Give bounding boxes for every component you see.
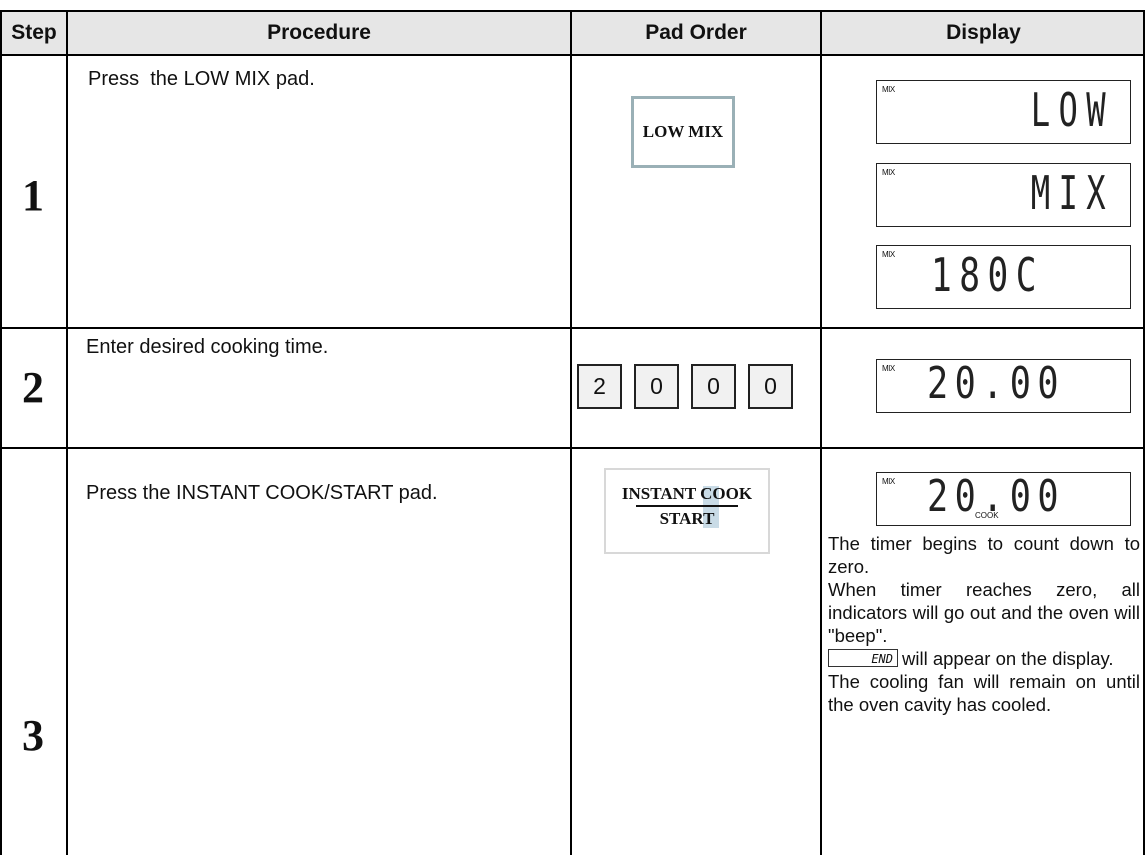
header-pad-order: Pad Order [572,12,820,54]
display-mix: MIX MIX [876,163,1131,227]
header-procedure: Procedure [68,12,570,54]
header-display: Display [822,12,1145,54]
note-zero: When timer reaches zero, all indicators … [828,579,1140,646]
end-display-icon: END [828,649,898,667]
key-2: 2 [577,364,622,409]
key-0: 0 [748,364,793,409]
step-number-1: 1 [22,171,44,220]
pad-label-instant-cook: INSTANT COOK [621,484,753,503]
procedure-1: Press the LOW MIX pad. [88,68,315,90]
pad-label-start: START [659,509,715,528]
note-fan: The cooling fan will remain on until the… [828,671,1140,715]
header-step: Step [2,12,66,54]
col-divider-step [66,10,68,855]
pad-divider [636,505,738,507]
display-cook-time: MIX 20.00 COOK [876,471,1131,526]
lcd-text: MIX [1030,166,1114,220]
procedure-3: Press the INSTANT COOK/START pad. [86,482,438,504]
mix-indicator: MIX [882,85,895,94]
mix-indicator: MIX [882,168,895,177]
lcd-text: 180C [931,248,1045,302]
display-time: MIX 20.00 [876,358,1131,413]
step-3-notes: The timer begins to count down to zero. … [828,532,1140,716]
table-border-top [0,10,1145,12]
procedure-2: Enter desired cooking time. [86,336,329,358]
col-divider-procedure [570,10,572,855]
key-0: 0 [634,364,679,409]
display-180c: MIX 180C [876,245,1131,309]
mix-indicator: MIX [882,477,895,486]
instant-cook-start-pad: INSTANT COOK START [604,468,770,554]
step-number-3: 3 [22,711,44,760]
row-divider-2 [0,447,1145,449]
lcd-text: 20.00 [927,358,1065,409]
table-border-left [0,10,2,855]
cook-indicator: COOK [975,511,999,520]
step-number-2: 2 [22,363,44,412]
note-end: END will appear on the display. [828,647,1140,670]
key-0: 0 [691,364,736,409]
display-low: MIX LOW [876,80,1131,144]
row-divider-1 [0,327,1145,329]
header-divider [0,54,1145,56]
lcd-text: LOW [1030,83,1114,137]
low-mix-pad: LOW MIX [631,96,735,168]
col-divider-pad [820,10,822,855]
mix-indicator: MIX [882,364,895,373]
mix-indicator: MIX [882,250,895,259]
note-countdown: The timer begins to count down to zero. [828,533,1140,577]
procedure-table: Step Procedure Pad Order Display 1 Press… [0,0,1145,855]
